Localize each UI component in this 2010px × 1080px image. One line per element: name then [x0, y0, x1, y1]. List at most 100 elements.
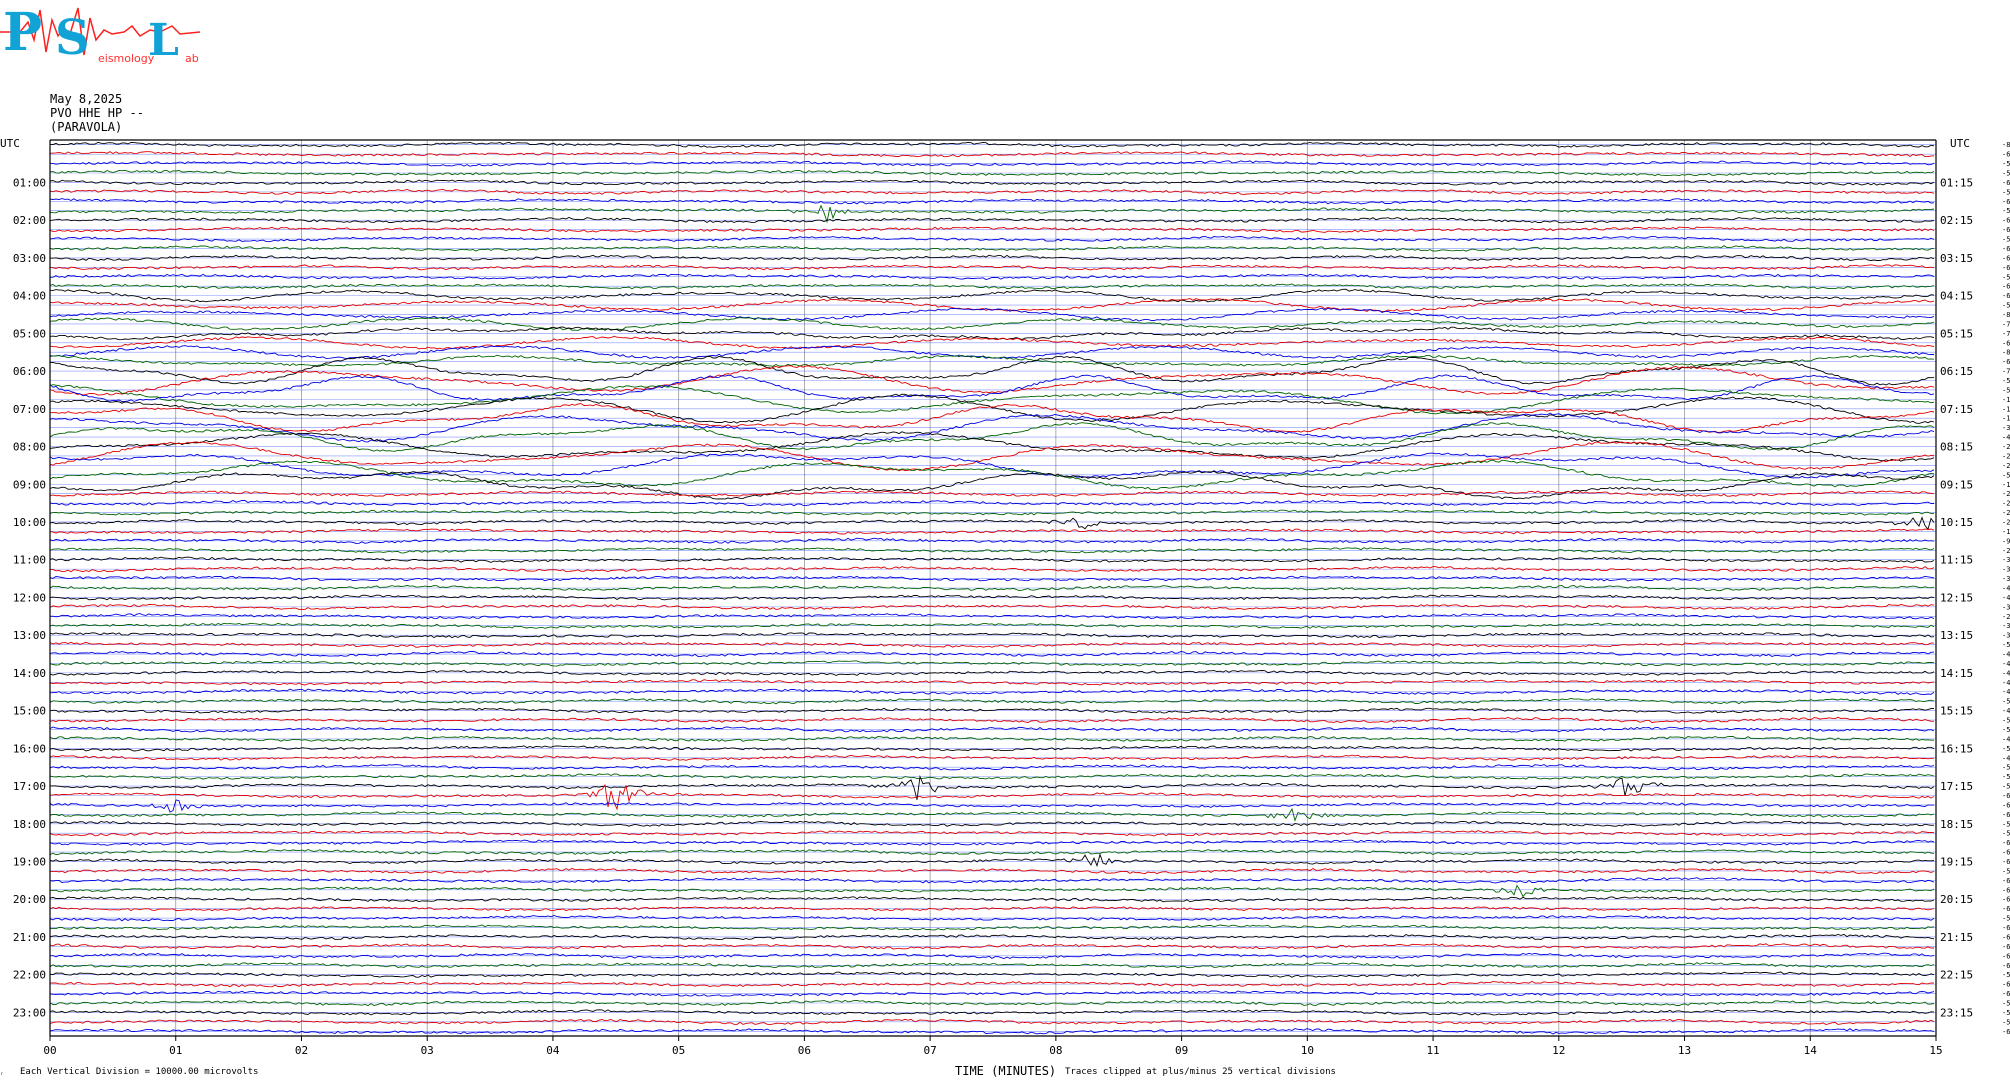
- hour-label-left: 23:00: [13, 1006, 46, 1019]
- x-tick-label: 00: [43, 1044, 56, 1057]
- trace-offset-label: -6445: [2002, 877, 2010, 885]
- x-tick-label: 05: [672, 1044, 685, 1057]
- trace-offset-label: -4208: [2002, 434, 2010, 442]
- hour-label-right: 07:15: [1940, 403, 1973, 416]
- seismic-trace: [49, 807, 1935, 822]
- trace-offset-label: -4783: [2002, 660, 2010, 668]
- trace-offset-label: -6413: [2002, 981, 2010, 989]
- x-tick-label: 12: [1552, 1044, 1565, 1057]
- minute-grid: [49, 140, 1937, 1041]
- hour-label-left: 21:00: [13, 931, 46, 944]
- x-tick-label: 01: [169, 1044, 182, 1057]
- trace-offset-label: -5026: [2002, 698, 2010, 706]
- trace-offset-label: -2194: [2002, 500, 2010, 508]
- trace-offset-label: -6416: [2002, 849, 2010, 857]
- trace-offset-label: -1946: [2002, 415, 2010, 423]
- trace-offset-label: -6338: [2002, 339, 2010, 347]
- trace-offset-label: -6648: [2002, 292, 2010, 300]
- trace-offset-label: -5862: [2002, 377, 2010, 385]
- trace-offset-label: -8013: [2002, 141, 2010, 149]
- trace-offset-label: -5899: [2002, 1018, 2010, 1026]
- trace-offset-label: -5947: [2002, 160, 2010, 168]
- hour-label-right: 02:15: [1940, 214, 1973, 227]
- trace-offset-label: -5682: [2002, 783, 2010, 791]
- trace-offset-label: -6205: [2002, 962, 2010, 970]
- trace-offset-label: -6024: [2002, 245, 2010, 253]
- hour-label-right: 18:15: [1940, 818, 1973, 831]
- trace-offset-label: -6341: [2002, 839, 2010, 847]
- trace-offset-label: -5999: [2002, 1009, 2010, 1017]
- trace-offset-label: -6066: [2002, 858, 2010, 866]
- trace-offset-label: -2614: [2002, 452, 2010, 460]
- trace-offset-label: -7193: [2002, 368, 2010, 376]
- x-tick-label: 06: [798, 1044, 811, 1057]
- trace-offset-label: -2888: [2002, 518, 2010, 526]
- trace-offset-label: -6308: [2002, 1028, 2010, 1036]
- hour-label-left: 01:00: [13, 176, 46, 189]
- trace-offset-label: -4378: [2002, 594, 2010, 602]
- trace-offset-label: -4082: [2002, 585, 2010, 593]
- trace-offset-label: -1480: [2002, 405, 2010, 413]
- trace-offset-label: -1991: [2002, 528, 2010, 536]
- trace-offset-label: -6245: [2002, 198, 2010, 206]
- trace-offset-label: -6562: [2002, 226, 2010, 234]
- seismic-trace: [49, 516, 1935, 531]
- trace-offset-label: -5877: [2002, 971, 2010, 979]
- hour-label-left: 15:00: [13, 705, 46, 718]
- seismic-trace: [49, 884, 1935, 898]
- x-tick-label: 10: [1301, 1044, 1314, 1057]
- trace-offset-label: -3924: [2002, 632, 2010, 640]
- trace-offset-label: -8116: [2002, 349, 2010, 357]
- hour-label-left: 02:00: [13, 214, 46, 227]
- trace-offset-label: -5889: [2002, 170, 2010, 178]
- vertical-division-note: Each Vertical Division = 10000.00 microv…: [20, 1067, 259, 1077]
- trace-offset-label: -521: [2002, 471, 2010, 479]
- seismic-trace: [49, 354, 1935, 367]
- hour-label-right: 10:15: [1940, 516, 1973, 529]
- utc-label-right: UTC: [1950, 137, 1970, 150]
- x-tick-label: 02: [295, 1044, 308, 1057]
- hour-label-right: 21:15: [1940, 931, 1973, 944]
- seismic-trace: [49, 799, 1934, 813]
- trace-offset-label: -4444: [2002, 688, 2010, 696]
- hour-label-right: 13:15: [1940, 629, 1973, 642]
- x-tick-label: 11: [1426, 1044, 1439, 1057]
- trace-offset-label: -4682: [2002, 679, 2010, 687]
- trace-offset-label: -5314: [2002, 641, 2010, 649]
- hour-label-right: 22:15: [1940, 969, 1973, 982]
- x-tick-label: 07: [924, 1044, 937, 1057]
- trace-offset-label: -5233: [2002, 773, 2010, 781]
- seismic-trace: [49, 374, 1935, 402]
- hour-label-left: 11:00: [13, 554, 46, 567]
- x-axis-title: TIME (MINUTES): [955, 1064, 1057, 1078]
- hour-label-right: 20:15: [1940, 893, 1973, 906]
- hour-label-left: 16:00: [13, 742, 46, 755]
- trace-offset-label: -4973: [2002, 707, 2010, 715]
- trace-offset-label: -6120: [2002, 179, 2010, 187]
- trace-offset-label: -5620: [2002, 830, 2010, 838]
- trace-offset-label: -2480: [2002, 490, 2010, 498]
- trace-offset-label: -5722: [2002, 764, 2010, 772]
- trace-offset-label: -5387: [2002, 717, 2010, 725]
- footer-mark: ᵣ: [0, 1069, 5, 1077]
- trace-offset-label: -6189: [2002, 896, 2010, 904]
- trace-offset-label: -6106: [2002, 358, 2010, 366]
- trace-offset-label: -5629: [2002, 820, 2010, 828]
- hour-label-right: 06:15: [1940, 365, 1973, 378]
- hour-label-right: 11:15: [1940, 554, 1973, 567]
- trace-offset-label: -6248: [2002, 952, 2010, 960]
- hour-label-left: 22:00: [13, 969, 46, 982]
- trace-offset-label: -5689: [2002, 867, 2010, 875]
- trace-offset-label: -5816: [2002, 236, 2010, 244]
- hour-label-right: 04:15: [1940, 290, 1973, 303]
- trace-offset-label: -5706: [2002, 302, 2010, 310]
- trace-offset-label: -2342: [2002, 443, 2010, 451]
- trace-offset-label: -6290: [2002, 217, 2010, 225]
- hour-label-left: 13:00: [13, 629, 46, 642]
- x-tick-label: 08: [1049, 1044, 1062, 1057]
- x-tick-label: 04: [546, 1044, 560, 1057]
- trace-offset-label: -5971: [2002, 273, 2010, 281]
- trace-offset-label: -6214: [2002, 924, 2010, 932]
- hour-label-left: 18:00: [13, 818, 46, 831]
- trace-offset-label: -6637: [2002, 792, 2010, 800]
